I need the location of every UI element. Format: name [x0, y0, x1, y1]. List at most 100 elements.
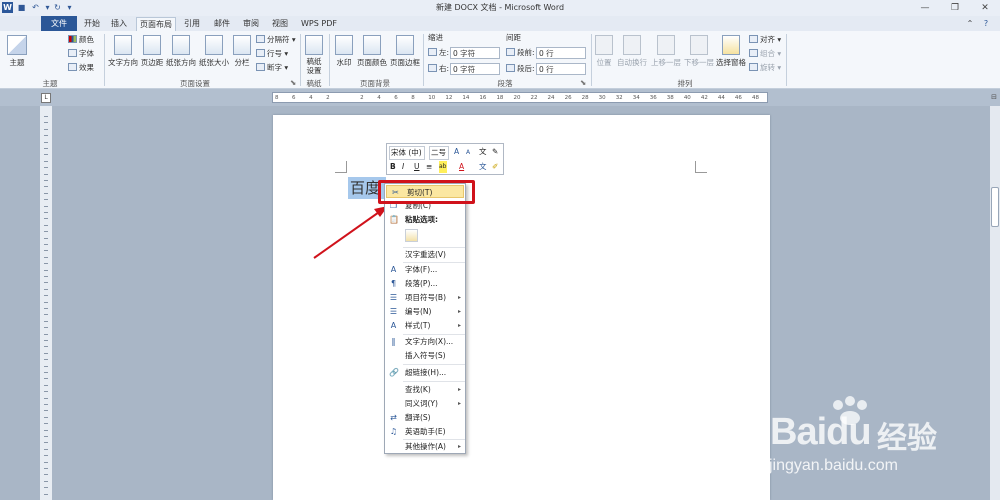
view-ruler-icon[interactable]: ⊟: [989, 92, 999, 103]
menu-item-font[interactable]: A 字体(F)...: [385, 263, 465, 276]
themes-button[interactable]: 主题: [4, 35, 30, 68]
menu-item-translate[interactable]: ⇄ 翻译(S): [385, 411, 465, 424]
tab-wps-pdf[interactable]: WPS PDF: [297, 17, 341, 31]
ruler-tick-label: 2: [326, 95, 330, 101]
indent-right-input[interactable]: 0 字符: [450, 63, 500, 75]
wrap-text-button[interactable]: 自动换行: [616, 35, 648, 68]
bold-button[interactable]: B: [390, 161, 396, 173]
bring-forward-button[interactable]: 上移一层: [650, 35, 682, 68]
text-direction-button[interactable]: 文字方向: [107, 35, 139, 68]
help-icon[interactable]: ?: [980, 17, 992, 31]
tab-mailings[interactable]: 邮件: [210, 17, 234, 31]
paste-keep-text-icon[interactable]: [405, 229, 418, 242]
menu-item-numbering[interactable]: ☰ 编号(N) ▸: [385, 305, 465, 318]
theme-fonts-button[interactable]: 字体: [68, 48, 94, 60]
horizontal-ruler[interactable]: 8 6 4 2 2 4 6 8 10 12 14 16 18 20 22 24 26 28 30 32 34 36 38 40…: [272, 92, 768, 103]
ruler-tick-mark: [44, 365, 48, 367]
tab-review[interactable]: 审阅: [239, 17, 263, 31]
tab-home[interactable]: 开始: [80, 17, 104, 31]
menu-item-styles[interactable]: A 样式(T) ▸: [385, 319, 465, 332]
tab-references[interactable]: 引用: [180, 17, 204, 31]
shrink-font-icon[interactable]: A: [466, 147, 470, 159]
menu-item-insert-symbol[interactable]: 插入符号(S): [385, 349, 465, 362]
indent-left-input[interactable]: 0 字符: [450, 47, 500, 59]
scrollbar-thumb[interactable]: [991, 187, 999, 227]
format-painter-icon[interactable]: ✎: [492, 146, 498, 158]
group-label-theme: 主题: [42, 79, 58, 88]
menu-item-paragraph[interactable]: ¶ 段落(P)...: [385, 277, 465, 290]
tab-insert[interactable]: 插入: [107, 17, 131, 31]
orientation-button[interactable]: 纸张方向: [165, 35, 197, 68]
selection-pane-label: 选择窗格: [716, 58, 746, 67]
menu-item-english-assistant[interactable]: ♫ 英语助手(E): [385, 425, 465, 438]
menu-item-text-direction[interactable]: ‖ 文字方向(X)...: [385, 335, 465, 348]
theme-effects-label: 效果: [79, 63, 94, 72]
document-page[interactable]: [273, 115, 770, 500]
group-objects-icon: [749, 49, 758, 57]
ruler-tick-label: 16: [479, 95, 487, 101]
close-button[interactable]: ✕: [970, 0, 1000, 16]
paragraph-launcher-icon[interactable]: ⬊: [580, 77, 586, 89]
send-backward-button[interactable]: 下移一层: [683, 35, 715, 68]
menu-separator: [403, 381, 465, 382]
text-direction-label: 文字方向: [108, 58, 138, 67]
menu-item-reconvert[interactable]: 汉字重选(V): [385, 248, 465, 261]
rotate-button[interactable]: 旋转 ▾: [749, 62, 781, 74]
line-numbers-button[interactable]: 行号 ▾: [256, 48, 288, 60]
position-button[interactable]: 位置: [594, 35, 614, 68]
watermark-button[interactable]: 水印: [333, 35, 355, 68]
indent-title: 缩进: [428, 33, 443, 42]
italic-button[interactable]: I: [402, 161, 404, 173]
margins-button[interactable]: 页边距: [140, 35, 164, 68]
hyphenation-button[interactable]: 断字 ▾: [256, 62, 288, 74]
tab-selector-icon[interactable]: L: [41, 93, 51, 103]
ruler-tick-mark: [44, 340, 48, 341]
page-border-button[interactable]: 页面边框: [389, 35, 421, 68]
tab-view[interactable]: 视图: [268, 17, 292, 31]
group-separator: [300, 34, 301, 86]
menu-item-more-actions[interactable]: 其他操作(A) ▸: [385, 440, 465, 453]
draft-paper-button[interactable]: 稿纸设置: [303, 35, 325, 75]
ribbon-collapse-icon[interactable]: ⌃: [964, 17, 976, 31]
underline-button[interactable]: U: [414, 161, 420, 173]
maximize-button[interactable]: ❐: [940, 0, 970, 16]
menu-item-bullets[interactable]: ☰ 项目符号(B) ▸: [385, 291, 465, 304]
context-menu: ✂ 剪切(T) ❐ 复制(C) 📋 粘贴选项: 汉字重选(V) A 字体(F)... ¶…: [384, 183, 466, 454]
size-button[interactable]: 纸张大小: [198, 35, 230, 68]
selection-pane-button[interactable]: 选择窗格: [715, 35, 747, 68]
spacing-after-icon: [506, 64, 515, 72]
menu-item-hyperlink[interactable]: 🔗 超链接(H)...: [385, 366, 465, 379]
spacing-before-input[interactable]: 0 行: [536, 47, 586, 59]
tab-page-layout[interactable]: 页面布局: [136, 17, 176, 31]
page-color-label: 页面颜色: [357, 58, 387, 67]
spacing-after-input[interactable]: 0 行: [536, 63, 586, 75]
columns-button[interactable]: 分栏: [232, 35, 252, 68]
vertical-ruler[interactable]: [40, 106, 52, 500]
menu-item-find[interactable]: 查找(K) ▸: [385, 383, 465, 396]
mini-font-select[interactable]: 宋体 (中): [389, 146, 425, 160]
minimize-button[interactable]: —: [910, 0, 940, 16]
theme-effects-button[interactable]: 效果: [68, 62, 94, 74]
page-setup-launcher-icon[interactable]: ⬊: [290, 77, 296, 89]
clear-format-icon[interactable]: ✐: [492, 161, 498, 173]
spacing-title: 间距: [506, 33, 521, 42]
grow-font-icon[interactable]: A: [454, 146, 459, 158]
group-objects-button[interactable]: 组合 ▾: [749, 48, 781, 60]
theme-colors-button[interactable]: 颜色: [68, 34, 94, 46]
align-icon: [749, 35, 758, 43]
menu-item-synonyms[interactable]: 同义词(Y) ▸: [385, 397, 465, 410]
mini-size-select[interactable]: 二号: [429, 146, 449, 160]
mini-style-icon[interactable]: 文: [479, 146, 487, 158]
highlight-button[interactable]: ab: [439, 161, 447, 173]
submenu-arrow-icon: ▸: [457, 294, 461, 301]
page-color-button[interactable]: 页面颜色: [356, 35, 388, 68]
page-border-icon: [396, 35, 414, 55]
phonetic-guide-icon[interactable]: 文: [479, 161, 487, 173]
font-color-button[interactable]: A: [459, 161, 464, 173]
center-align-button[interactable]: ≡: [426, 161, 432, 173]
indent-left-label: 左:: [428, 47, 449, 59]
ruler-tick-mark: [44, 493, 48, 495]
tab-file[interactable]: 文件: [41, 16, 77, 31]
align-button[interactable]: 对齐 ▾: [749, 34, 781, 46]
breaks-button[interactable]: 分隔符 ▾: [256, 34, 296, 46]
